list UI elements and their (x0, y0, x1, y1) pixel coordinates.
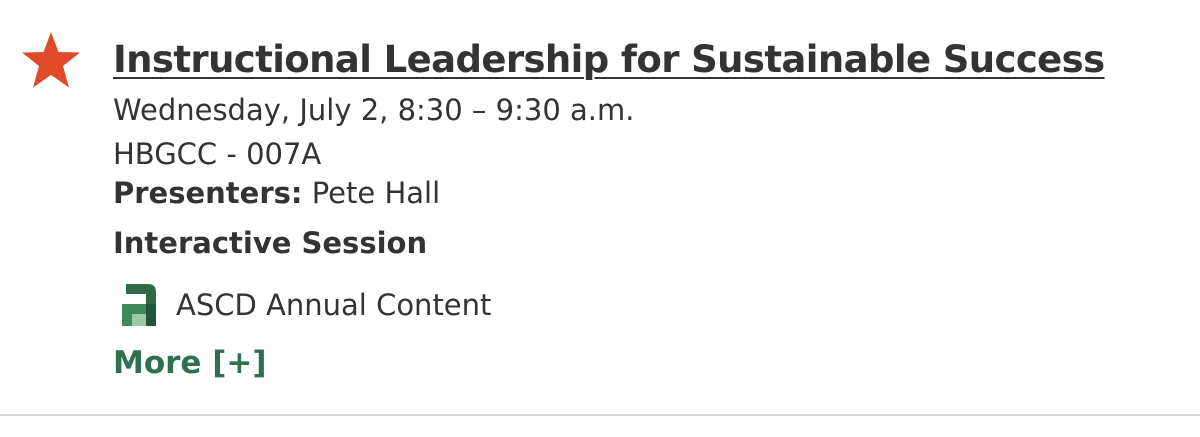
presenters-names: Pete Hall (311, 176, 441, 210)
favorite-star-icon[interactable] (20, 30, 82, 90)
ascd-logo-icon (118, 280, 164, 330)
session-title-link[interactable]: Instructional Leadership for Sustainable… (113, 38, 1105, 81)
session-room: HBGCC - 007A (113, 137, 322, 171)
divider (0, 414, 1200, 416)
content-tag: ASCD Annual Content (113, 280, 491, 330)
session-presenters: Presenters: Pete Hall (113, 176, 440, 210)
content-tag-label: ASCD Annual Content (176, 288, 492, 322)
session-card: Instructional Leadership for Sustainable… (0, 0, 1200, 437)
presenters-label: Presenters: (113, 176, 303, 210)
more-button[interactable]: More [+] (113, 345, 267, 381)
session-type: Interactive Session (113, 226, 428, 260)
session-datetime: Wednesday, July 2, 8:30 – 9:30 a.m. (113, 93, 635, 127)
